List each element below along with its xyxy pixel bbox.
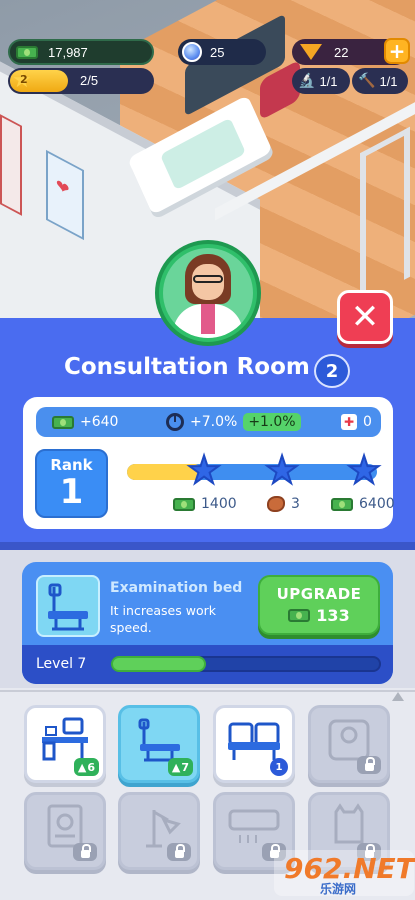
reward-1: 1400	[173, 496, 237, 512]
upgrade-label: UPGRADE	[276, 585, 362, 603]
microscope-counter: 🔬 1/1	[292, 68, 350, 94]
income-stat: +640	[52, 414, 118, 430]
reward-2: 3	[267, 496, 300, 512]
reward-3: 6400	[331, 496, 395, 512]
milestone-star-icon: ★	[346, 448, 382, 492]
heal-stat: ✚ 0	[341, 414, 372, 430]
meat-icon	[267, 496, 285, 512]
speed-bonus: +1.0%	[243, 413, 301, 431]
heal-value: 0	[363, 414, 372, 430]
cash-counter: 17,987	[8, 39, 154, 65]
tile-examination-bed[interactable]: ▲ 7	[118, 705, 200, 783]
gem-value: 25	[210, 44, 225, 60]
diamond-icon	[300, 44, 322, 60]
milestone-star-icon: ★	[186, 448, 222, 492]
lock-icon	[73, 843, 97, 861]
panel-shadow	[0, 542, 415, 550]
lock-icon	[357, 756, 381, 774]
diamond-counter: 22 +	[292, 38, 410, 65]
cash-value: 17,987	[48, 44, 88, 60]
speed-stat: +7.0% +1.0%	[166, 413, 301, 431]
stopwatch-icon	[166, 413, 184, 431]
lock-icon	[167, 843, 191, 861]
tile-scale[interactable]	[308, 705, 390, 783]
medicine-icon: ✚	[341, 414, 357, 430]
milestone-star-icon: ★	[264, 448, 300, 492]
income-value: +640	[80, 414, 119, 430]
item-level-label: Level 7	[36, 656, 87, 672]
reward-value: 1400	[201, 496, 237, 512]
room-level-badge: 2	[314, 354, 350, 388]
tile-count-badge: 1	[270, 758, 288, 776]
collapse-arrow-icon[interactable]	[392, 692, 404, 701]
diamond-value: 22	[334, 44, 349, 60]
air-conditioner-icon	[228, 809, 280, 844]
upgrade-cost: 133	[260, 606, 378, 625]
close-icon: ✕	[350, 297, 380, 337]
tile-level-value: 6	[87, 760, 95, 774]
level-progress-text: 2/5	[80, 73, 99, 88]
tile-waiting-seats[interactable]: 1	[213, 705, 295, 783]
cash-icon	[288, 609, 311, 622]
level-progress: ★ 2 2/5	[8, 68, 154, 94]
gem-counter: 25	[178, 39, 266, 65]
cash-icon	[173, 497, 195, 511]
level-number: 2	[20, 73, 28, 86]
upgrade-card: Examination bed It increases work speed.…	[22, 562, 393, 684]
item-name: Examination bed	[110, 580, 243, 596]
up-arrow-icon: ▲	[171, 760, 181, 774]
doctor-shirt	[201, 304, 215, 334]
item-level-fill	[111, 656, 206, 672]
rank-value: 1	[59, 472, 84, 512]
reward-value: 3	[291, 496, 300, 512]
examination-bed-icon	[48, 583, 88, 631]
add-diamonds-button[interactable]: +	[384, 38, 410, 64]
tile-lamp[interactable]	[118, 792, 200, 870]
tile-desk[interactable]: ▲ 6	[24, 705, 106, 783]
tile-level-badge: ▲ 6	[73, 758, 99, 776]
grid-divider	[0, 690, 415, 692]
waiting-seats-icon	[228, 722, 280, 761]
tile-level-badge: ▲ 7	[167, 758, 193, 776]
speed-value: +7.0%	[190, 414, 238, 430]
reward-value: 6400	[359, 496, 395, 512]
doctor-portrait	[163, 248, 253, 338]
poster-red	[0, 114, 22, 216]
upgrade-cost-value: 133	[316, 606, 350, 625]
stats-bar: +640 +7.0% +1.0% ✚ 0	[36, 407, 381, 437]
hammer-icon: 🔨	[358, 73, 376, 89]
examination-bed-thumbnail	[36, 575, 100, 637]
cash-icon	[331, 497, 353, 511]
hammer-value: 1/1	[379, 73, 398, 89]
upgrade-button[interactable]: UPGRADE 133	[258, 575, 380, 635]
up-arrow-icon: ▲	[77, 760, 87, 774]
item-description: It increases work speed.	[110, 603, 216, 635]
tile-certificate[interactable]	[24, 792, 106, 870]
room-title: Consultation Room	[64, 354, 310, 380]
rank-box: Rank 1	[35, 449, 108, 518]
cash-icon	[52, 415, 74, 429]
close-button[interactable]: ✕	[337, 290, 393, 344]
gem-icon	[182, 42, 202, 62]
watermark-subtext: 乐游网	[320, 882, 357, 896]
cash-icon	[16, 45, 38, 59]
desk-icon	[42, 717, 88, 761]
microscope-value: 1/1	[319, 73, 338, 89]
tile-level-value: 7	[181, 760, 189, 774]
doctor-avatar[interactable]	[155, 240, 261, 346]
doctor-glasses	[193, 275, 223, 283]
room-info-card: +640 +7.0% +1.0% ✚ 0 Rank 1 ★ ★ ★ 1400 3…	[23, 397, 395, 529]
doorframe	[360, 126, 410, 304]
microscope-icon: 🔬	[298, 73, 316, 89]
hammer-counter: 🔨 1/1	[352, 68, 408, 94]
